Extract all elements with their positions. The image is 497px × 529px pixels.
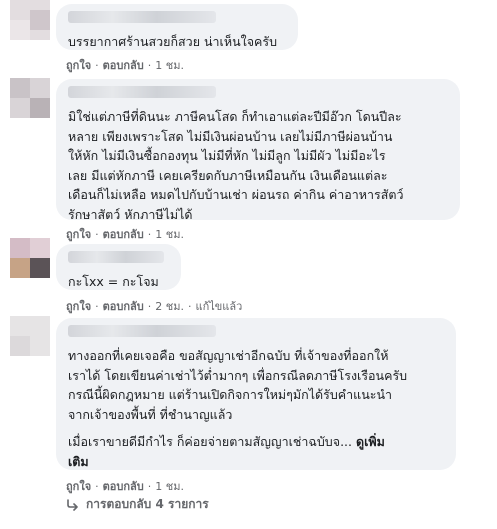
reply-button[interactable]: ตอบกลับ [103, 300, 144, 313]
like-button[interactable]: ถูกใจ [66, 480, 91, 493]
timestamp[interactable]: 1 ชม. [155, 228, 184, 241]
comment-bubble: กะโxx = กะโจม [56, 244, 181, 290]
commenter-name[interactable] [68, 251, 164, 263]
comment-actions: ถูกใจ · ตอบกลับ · 1 ชม. [66, 228, 184, 241]
view-replies-link[interactable]: การตอบกลับ 4 รายการ [66, 495, 209, 514]
timestamp[interactable]: 1 ชม. [155, 480, 184, 493]
avatar[interactable] [10, 0, 50, 40]
comment-text: ทางออกที่เคยเจอคือ ขอสัญญาเช่าอีกฉบับ ที… [68, 348, 408, 422]
comment-text: กะโxx = กะโจม [68, 274, 159, 289]
timestamp[interactable]: 1 ชม. [155, 59, 184, 72]
avatar[interactable] [10, 78, 50, 118]
comment-actions: ถูกใจ · ตอบกลับ · 1 ชม. [66, 59, 184, 72]
reply-button[interactable]: ตอบกลับ [103, 59, 144, 72]
like-button[interactable]: ถูกใจ [66, 228, 91, 241]
commenter-name[interactable] [68, 325, 216, 337]
reply-button[interactable]: ตอบกลับ [103, 228, 144, 241]
reply-arrow-icon [66, 498, 80, 511]
reply-button[interactable]: ตอบกลับ [103, 480, 144, 493]
comment-text: บรรยากาศร้านสวยก็สวย น่าเห็นใจครับ [68, 34, 278, 49]
comment-text: มิใช่แต่ภาษีที่ดินนะ ภาษีคนโสด ก็ทำเอาแต… [68, 109, 404, 222]
timestamp[interactable]: 2 ชม. [155, 300, 184, 313]
comment-actions: ถูกใจ · ตอบกลับ · 2 ชม. · แก้ไขแล้ว [66, 300, 243, 313]
comment-text-truncated: เมื่อเราขายดีมีกำไร ก็ค่อยจ่ายตามสัญญาเช… [68, 434, 352, 449]
commenter-name[interactable] [68, 86, 216, 98]
view-replies-label: การตอบกลับ 4 รายการ [86, 497, 209, 511]
comment-bubble: ทางออกที่เคยเจอคือ ขอสัญญาเช่าอีกฉบับ ที… [56, 318, 456, 470]
comment-bubble: บรรยากาศร้านสวยก็สวย น่าเห็นใจครับ [56, 4, 298, 50]
comment-actions: ถูกใจ · ตอบกลับ · 1 ชม. [66, 480, 184, 493]
edited-label[interactable]: แก้ไขแล้ว [195, 300, 242, 313]
like-button[interactable]: ถูกใจ [66, 300, 91, 313]
comment-text-continued: เมื่อเราขายดีมีกำไร ก็ค่อยจ่ายตามสัญญาเช… [68, 432, 444, 471]
comment-bubble: มิใช่แต่ภาษีที่ดินนะ ภาษีคนโสด ก็ทำเอาแต… [56, 79, 460, 222]
commenter-name[interactable] [68, 11, 216, 23]
like-button[interactable]: ถูกใจ [66, 59, 91, 72]
avatar[interactable] [10, 316, 50, 356]
avatar[interactable] [10, 238, 50, 278]
